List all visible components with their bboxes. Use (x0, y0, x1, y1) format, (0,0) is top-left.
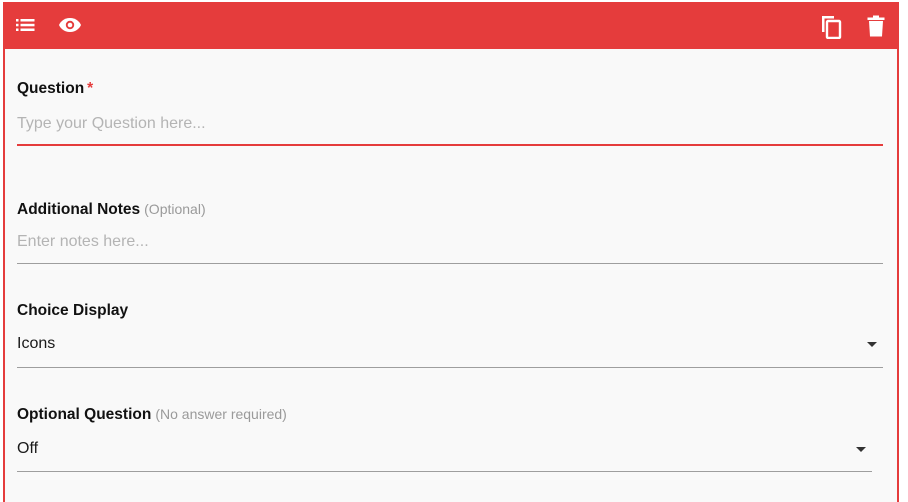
chevron-down-icon (867, 342, 877, 347)
question-field: Question * (17, 80, 883, 150)
optional-question-select[interactable]: Off (17, 438, 872, 462)
choice-display-label: Choice Display (17, 302, 129, 319)
chevron-down-icon (856, 447, 866, 452)
notes-label: Additional Notes (Optional) (17, 200, 883, 219)
question-label-text: Question (17, 80, 85, 97)
choice-display-select[interactable]: Icons (17, 333, 883, 357)
optional-question-hint: (No answer required) (155, 406, 287, 422)
choice-display-underline (17, 367, 883, 368)
question-input[interactable] (17, 113, 883, 135)
question-input-underline (17, 144, 883, 146)
optional-question-value: Off (17, 440, 39, 457)
notes-input-row (17, 231, 883, 253)
card-toolbar (5, 4, 897, 49)
copy-icon[interactable] (820, 15, 842, 39)
notes-field: Additional Notes (Optional) (17, 200, 883, 270)
choice-display-field: Choice Display Icons (17, 302, 883, 372)
question-input-row (17, 113, 883, 135)
trash-icon[interactable] (867, 15, 885, 37)
choice-display-value: Icons (17, 335, 56, 352)
optional-question-label: Optional Question (No answer required) (17, 405, 883, 424)
question-label: Question * (17, 80, 883, 98)
notes-label-text: Additional Notes (17, 201, 141, 218)
question-editor-card: Question* Additional Notes(Optional) Cho… (3, 2, 899, 502)
optional-question-label-text: Optional Question (17, 406, 152, 423)
optional-question-underline (17, 471, 872, 472)
notes-input-underline (17, 263, 883, 264)
eye-icon[interactable] (58, 17, 82, 33)
optional-question-field: Optional Question (No answer required) Of… (17, 405, 883, 475)
required-asterisk: * (87, 80, 94, 97)
notes-optional-hint: (Optional) (144, 201, 206, 217)
list-icon[interactable] (16, 18, 35, 32)
notes-input[interactable] (17, 231, 883, 253)
